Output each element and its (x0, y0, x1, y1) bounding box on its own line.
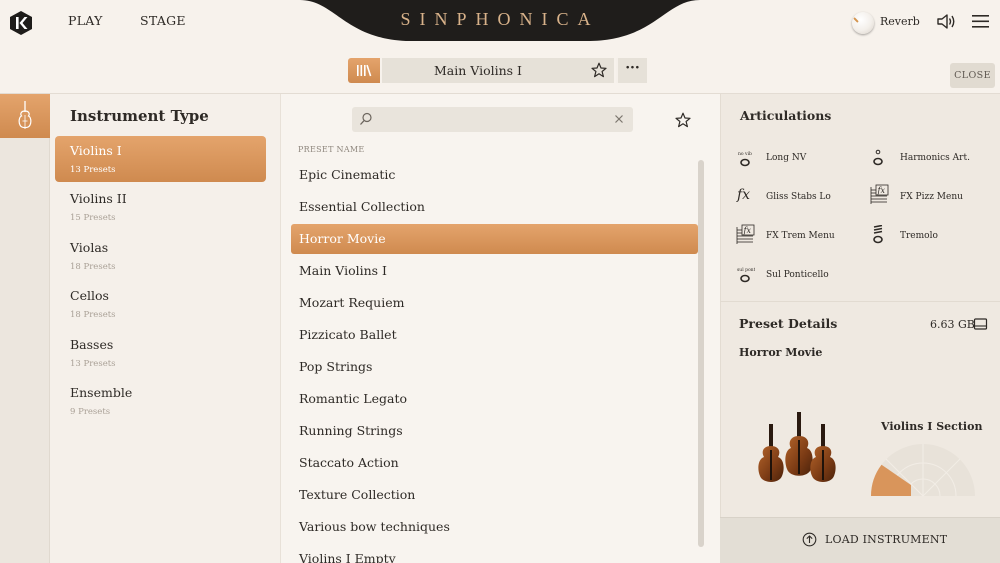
preset-column-header: PRESET NAME (298, 145, 365, 154)
violin-left (758, 424, 784, 482)
preset-row[interactable]: Staccato Action (291, 448, 698, 478)
favorites-filter-star-icon[interactable] (675, 112, 691, 128)
svg-text:no vib: no vib (738, 151, 752, 157)
preset-row[interactable]: Romantic Legato (291, 384, 698, 414)
section-label: Violins I Section (881, 420, 983, 433)
current-preset-field[interactable]: Main Violins I (382, 58, 614, 83)
violins-section-image (758, 412, 836, 482)
preset-row[interactable]: Main Violins I (291, 256, 698, 286)
type-name: Basses (70, 337, 114, 352)
reverb-label: Reverb (880, 15, 920, 28)
instrument-type-cellos[interactable]: Cellos 18 Presets (55, 281, 266, 327)
type-name: Ensemble (70, 385, 133, 400)
type-name: Cellos (70, 288, 109, 303)
type-count: 13 Presets (70, 359, 116, 369)
svg-text:fx: fx (736, 187, 750, 203)
svg-text:sul pont: sul pont (737, 267, 755, 273)
type-count: 13 Presets (70, 165, 116, 175)
articulation-long-nv[interactable]: Long NV (766, 153, 806, 163)
sulpont-note-icon: sul pont (737, 267, 755, 283)
violin-center (785, 412, 813, 476)
disk-icon (973, 318, 988, 330)
articulation-fx-pizz[interactable]: FX Pizz Menu (900, 192, 963, 202)
preset-row[interactable]: Running Strings (291, 416, 698, 446)
svg-text:fx: fx (743, 226, 752, 235)
library-icon (357, 64, 372, 77)
type-name: Violins I (70, 143, 122, 158)
upload-circle-icon (802, 532, 817, 547)
instrument-type-basses[interactable]: Basses 13 Presets (55, 330, 266, 376)
type-name: Violins II (70, 191, 127, 206)
preset-size: 6.63 GB (930, 318, 975, 331)
note-nonvib-icon: no vib (738, 151, 752, 167)
details-preset-name: Horror Movie (739, 346, 823, 359)
instrument-type-title: Instrument Type (70, 107, 209, 125)
search-icon (360, 112, 372, 125)
preset-row[interactable]: Violins I Empty (291, 544, 698, 563)
articulations-title: Articulations (740, 108, 832, 123)
nav-stage[interactable]: STAGE (140, 13, 186, 28)
stage-position-diagram (871, 444, 975, 497)
type-count: 18 Presets (70, 310, 116, 320)
preset-row[interactable]: Texture Collection (291, 480, 698, 510)
preset-row[interactable]: Mozart Requiem (291, 288, 698, 318)
instrument-type-violas[interactable]: Violas 18 Presets (55, 233, 266, 279)
load-instrument-label: LOAD INSTRUMENT (825, 533, 948, 546)
favorite-star-icon[interactable] (591, 62, 607, 78)
svg-text:fx: fx (877, 186, 886, 195)
brand-title: SINPHONICA (400, 9, 600, 29)
fx-score-icon: fx (870, 184, 889, 204)
type-count: 15 Presets (70, 213, 116, 223)
instrument-type-ensemble[interactable]: Ensemble 9 Presets (55, 378, 266, 424)
hamburger-menu-icon[interactable] (971, 13, 990, 29)
preset-row[interactable]: Various bow techniques (291, 512, 698, 542)
articulation-fx-trem[interactable]: FX Trem Menu (766, 231, 835, 241)
fx-score-icon: fx (736, 224, 755, 244)
articulation-gliss-stabs[interactable]: Gliss Stabs Lo (766, 192, 831, 202)
preset-row[interactable]: Essential Collection (291, 192, 698, 222)
fx-icon: fx (736, 187, 750, 203)
left-rail (0, 94, 50, 563)
rail-violin-button[interactable] (0, 94, 50, 138)
nav-play[interactable]: PLAY (68, 13, 103, 28)
app-logo-icon[interactable] (9, 10, 33, 36)
instrument-type-violins-2[interactable]: Violins II 15 Presets (55, 184, 266, 230)
close-button[interactable]: CLOSE (950, 63, 995, 88)
articulation-harmonics[interactable]: Harmonics Art. (900, 153, 970, 163)
type-count: 9 Presets (70, 407, 111, 417)
preset-list-scrollbar[interactable] (698, 160, 704, 547)
preset-row[interactable]: Pop Strings (291, 352, 698, 382)
preset-row[interactable]: Pizzicato Ballet (291, 320, 698, 350)
library-button[interactable] (348, 58, 380, 83)
search-input[interactable] (352, 107, 633, 132)
preset-details-title: Preset Details (739, 316, 838, 331)
harmonic-note-icon (873, 149, 883, 166)
preset-row-selected[interactable]: Horror Movie (291, 224, 698, 254)
reverb-knob[interactable] (852, 12, 874, 34)
type-count: 18 Presets (70, 262, 116, 272)
preset-row[interactable]: Epic Cinematic (291, 160, 698, 190)
violin-icon (18, 101, 32, 129)
brand-banner: SINPHONICA (300, 0, 700, 44)
instrument-type-violins-1[interactable]: Violins I 13 Presets (55, 136, 266, 182)
right-panel-divider (720, 301, 1000, 302)
clear-search-icon[interactable] (614, 114, 624, 124)
type-name: Violas (70, 240, 109, 255)
violin-right (810, 424, 836, 482)
more-options-button[interactable]: ··· (616, 58, 647, 83)
tremolo-note-icon (873, 225, 883, 244)
speaker-icon[interactable] (937, 13, 956, 30)
articulation-sul-ponticello[interactable]: Sul Ponticello (766, 270, 829, 280)
articulation-tremolo[interactable]: Tremolo (900, 231, 938, 241)
